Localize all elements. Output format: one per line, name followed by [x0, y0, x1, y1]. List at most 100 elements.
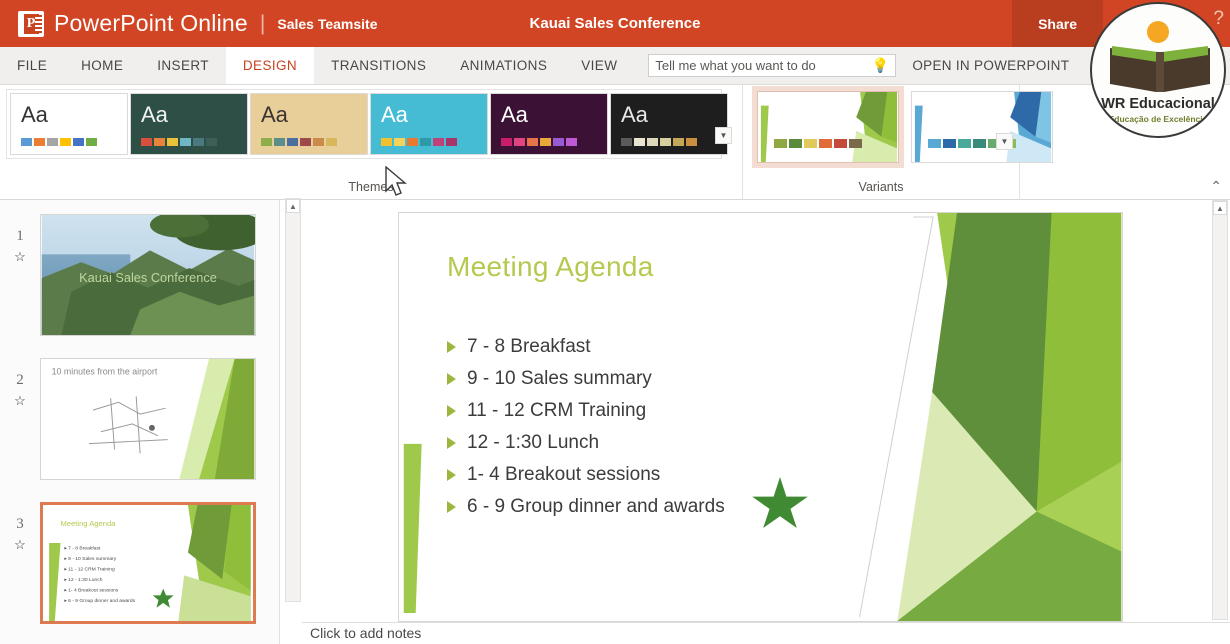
slide-number: 1 ☆	[0, 214, 40, 336]
slides-thumbnail-panel[interactable]: 1 ☆	[0, 200, 280, 644]
theme-color-swatches	[501, 138, 577, 146]
theme-thumbnail-4[interactable]: Aa	[370, 93, 488, 155]
chevron-up-icon[interactable]: ⌃	[1210, 178, 1222, 195]
triangle-bullet-icon	[447, 405, 456, 417]
variant-thumbnail-1[interactable]	[757, 91, 899, 163]
theme-thumbnail-3[interactable]: Aa	[250, 93, 368, 155]
tab-view-label: VIEW	[581, 58, 617, 73]
triangle-bullet-icon	[447, 469, 456, 481]
tab-insert[interactable]: INSERT	[140, 47, 226, 84]
list-item[interactable]: 2 ☆ 10 minutes fr	[0, 358, 280, 480]
slide-title-text[interactable]: Meeting Agenda	[447, 251, 654, 283]
powerpoint-logo-icon: P	[18, 11, 44, 37]
themes-group: Aa Aa Aa Aa Aa Aa ▼ Themes	[0, 85, 742, 200]
editor-scrollbar[interactable]: ▲	[1212, 200, 1228, 620]
slide-body-bullets[interactable]: 7 - 8 Breakfast 9 - 10 Sales summary 11 - …	[447, 331, 725, 523]
lightbulb-icon: 💡	[872, 57, 889, 74]
variants-group-label: Variants	[743, 180, 1019, 194]
theme-sample-text: Aa	[21, 102, 48, 128]
svg-text:▸ 1- 4 Breakout sessions: ▸ 1- 4 Breakout sessions	[64, 588, 119, 594]
slide-number-label: 2	[16, 372, 24, 388]
slide-number-label: 1	[16, 228, 24, 244]
slide-bullet-label: 6 - 9 Group dinner and awards	[467, 496, 725, 518]
star-outline-icon: ☆	[0, 537, 40, 553]
list-item[interactable]: 3 ☆ Meeting Agenda ▸ 7 - 8 Breakfast ▸ 9…	[0, 502, 280, 624]
theme-thumbnail-2[interactable]: Aa	[130, 93, 248, 155]
tab-home[interactable]: HOME	[64, 47, 140, 84]
theme-thumbnail-6[interactable]: Aa	[610, 93, 728, 155]
theme-sample-text: Aa	[381, 102, 408, 128]
tab-animations[interactable]: ANIMATIONS	[443, 47, 564, 84]
wr-educacional-watermark-logo: WR Educacional Educação de Excelência	[1090, 2, 1226, 138]
svg-text:▸ 9 - 10 Sales summary: ▸ 9 - 10 Sales summary	[64, 556, 116, 562]
slide-bullet-4[interactable]: 12 - 1:30 Lunch	[447, 427, 725, 459]
themes-group-label: Themes	[0, 180, 742, 194]
tab-view[interactable]: VIEW	[564, 47, 634, 84]
tell-me-wrapper: Tell me what you want to do 💡	[648, 47, 896, 84]
tab-transitions[interactable]: TRANSITIONS	[314, 47, 443, 84]
svg-text:Kauai Sales Conference: Kauai Sales Conference	[79, 270, 217, 285]
slide-thumbnail-1[interactable]: Kauai Sales Conference	[40, 214, 256, 336]
tab-design[interactable]: DESIGN	[226, 47, 314, 84]
tab-design-label: DESIGN	[243, 58, 297, 73]
slide-editor-area: Meeting Agenda 7 - 8 Breakfast 9 - 10 Sal…	[302, 200, 1230, 644]
theme-sample-text: Aa	[621, 102, 648, 128]
slide-bullet-label: 11 - 12 CRM Training	[467, 400, 646, 422]
notes-placeholder: Click to add notes	[310, 625, 421, 641]
scroll-up-icon[interactable]: ▲	[286, 199, 300, 213]
svg-text:▸ 12 - 1:30 Lunch: ▸ 12 - 1:30 Lunch	[64, 577, 102, 583]
tab-home-label: HOME	[81, 58, 123, 73]
slide-bullet-label: 9 - 10 Sales summary	[467, 368, 652, 390]
theme-color-swatches	[261, 138, 337, 146]
tab-file[interactable]: FILE	[0, 47, 64, 84]
site-name-link[interactable]: Sales Teamsite	[277, 16, 377, 32]
variants-group: ▼ Variants	[742, 85, 1020, 200]
tab-transitions-label: TRANSITIONS	[331, 58, 426, 73]
slides-panel-scrollbar[interactable]: ▲	[285, 198, 301, 602]
open-in-powerpoint-button[interactable]: OPEN IN POWERPOINT	[896, 47, 1085, 84]
svg-text:▸ 11 - 12 CRM Training: ▸ 11 - 12 CRM Training	[64, 567, 115, 573]
list-item[interactable]: 1 ☆	[0, 214, 280, 336]
help-icon[interactable]: ?	[1213, 8, 1224, 30]
slide-bullet-6[interactable]: 6 - 9 Group dinner and awards	[447, 491, 725, 523]
slide-number-label: 3	[16, 516, 24, 532]
slide-bullet-1[interactable]: 7 - 8 Breakfast	[447, 331, 725, 363]
theme-sample-text: Aa	[261, 102, 288, 128]
kauai-photo: Kauai Sales Conference	[41, 215, 255, 335]
star-outline-icon: ☆	[0, 393, 40, 409]
share-button-label: Share	[1038, 16, 1077, 32]
slide-number: 3 ☆	[0, 502, 40, 624]
theme-thumbnail-5[interactable]: Aa	[490, 93, 608, 155]
tell-me-input[interactable]: Tell me what you want to do 💡	[648, 54, 896, 77]
slide-bullet-2[interactable]: 9 - 10 Sales summary	[447, 363, 725, 395]
title-bar: P PowerPoint Online | Sales Teamsite Kau…	[0, 0, 1230, 47]
theme-color-swatches	[21, 138, 97, 146]
tab-file-label: FILE	[17, 58, 47, 73]
slide-bullet-label: 12 - 1:30 Lunch	[467, 432, 599, 454]
powerpoint-online-window: P PowerPoint Online | Sales Teamsite Kau…	[0, 0, 1230, 644]
slide-bullet-3[interactable]: 11 - 12 CRM Training	[447, 395, 725, 427]
current-slide-canvas[interactable]: Meeting Agenda 7 - 8 Breakfast 9 - 10 Sal…	[398, 212, 1123, 622]
triangle-bullet-icon	[447, 373, 456, 385]
tell-me-placeholder: Tell me what you want to do	[655, 58, 868, 73]
slide-thumbnail-2[interactable]: 10 minutes from the airport	[40, 358, 256, 480]
theme-color-swatches	[621, 138, 697, 146]
themes-scroll-down-button[interactable]: ▼	[715, 127, 732, 144]
variant-thumbnail-2[interactable]	[911, 91, 1053, 163]
slide-number: 2 ☆	[0, 358, 40, 480]
tab-insert-label: INSERT	[157, 58, 209, 73]
variants-gallery	[757, 91, 1053, 163]
scroll-up-icon[interactable]: ▲	[1213, 201, 1227, 215]
ribbon-body: Aa Aa Aa Aa Aa Aa ▼ Themes ▼ Variants ⌃	[0, 85, 1230, 200]
share-button[interactable]: Share	[1012, 0, 1103, 47]
theme-color-swatches	[381, 138, 457, 146]
triangle-bullet-icon	[447, 341, 456, 353]
slide-bullet-5[interactable]: 1- 4 Breakout sessions	[447, 459, 725, 491]
variants-scroll-down-button[interactable]: ▼	[996, 133, 1013, 150]
watermark-tagline: Educação de Excelência	[1092, 114, 1224, 124]
svg-text:Meeting Agenda: Meeting Agenda	[61, 519, 117, 528]
app-title: PowerPoint Online	[54, 10, 248, 37]
notes-bar[interactable]: Click to add notes	[302, 622, 1230, 644]
theme-thumbnail-1[interactable]: Aa	[10, 93, 128, 155]
slide-thumbnail-3[interactable]: Meeting Agenda ▸ 7 - 8 Breakfast ▸ 9 - 1…	[40, 502, 256, 624]
